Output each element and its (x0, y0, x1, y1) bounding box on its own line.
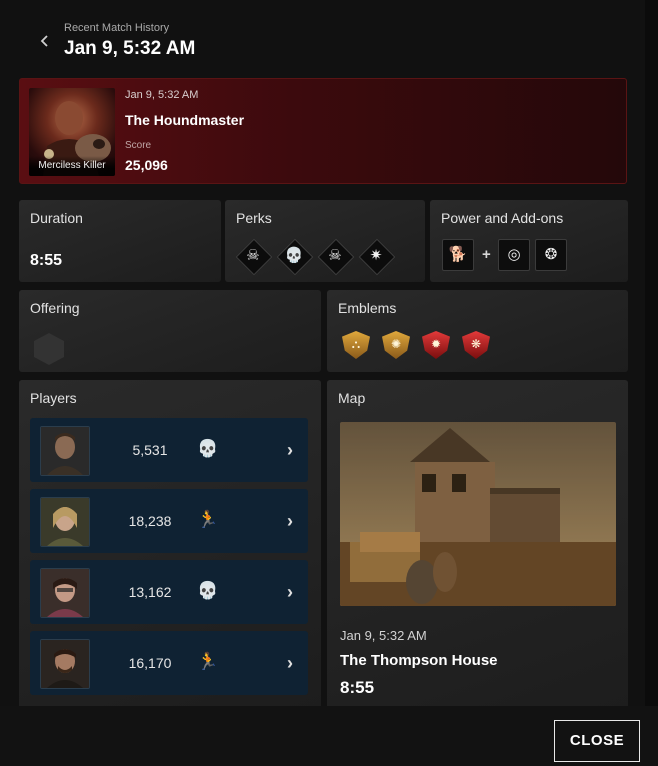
match-banner: Merciless Killer Jan 9, 5:32 AM The Houn… (19, 78, 627, 184)
hound-power-icon[interactable]: 🐕 (442, 239, 474, 271)
page-title: Jan 9, 5:32 AM (64, 38, 196, 59)
chevron-right-icon: › (287, 440, 293, 460)
players-card: Players 5,531 💀 › 18,238 🏃 › 13,162 💀 › … (19, 380, 321, 710)
perk-slot-2[interactable]: 💀 (276, 238, 314, 276)
escaped-exit-icon: 🏃 (197, 652, 219, 671)
escaped-exit-icon: 🏃 (197, 510, 219, 529)
emblem-glyph: ❋ (470, 337, 482, 351)
sacrificed-skull-icon: 💀 (197, 439, 219, 458)
empty-offering-slot (34, 333, 64, 365)
power-card: Power and Add-ons 🐕 + ◎ ❂ (430, 200, 628, 282)
map-date: Jan 9, 5:32 AM (340, 628, 427, 643)
header: Recent Match History Jan 9, 5:32 AM (0, 0, 658, 78)
score-label: Score (125, 140, 152, 151)
survivor-avatar (40, 568, 90, 618)
chevron-right-icon: › (287, 653, 293, 673)
emblems-card: Emblems ⛬ ✺ ✹ ❋ (327, 290, 628, 372)
map-name: The Thompson House (340, 652, 498, 669)
duration-card: Duration 8:55 (19, 200, 221, 282)
back-button[interactable] (34, 30, 56, 52)
close-button[interactable]: CLOSE (554, 720, 640, 762)
killer-portrait: Merciless Killer (29, 88, 115, 176)
plus-sign: + (482, 246, 491, 263)
player-row-1[interactable]: 5,531 💀 › (30, 418, 308, 482)
scrollbar-track (645, 0, 658, 766)
killer-rank-caption: Merciless Killer (29, 156, 115, 176)
player-score: 5,531 (132, 442, 168, 458)
emblems-title: Emblems (338, 300, 397, 316)
match-date: Jan 9, 5:32 AM (125, 89, 199, 101)
offering-card: Offering (19, 290, 321, 372)
hooded-skull-icon: ☠ (328, 247, 342, 264)
page-subtitle: Recent Match History (64, 22, 170, 34)
power-title: Power and Add-ons (441, 210, 564, 226)
survivor-avatar (40, 426, 90, 476)
player-score: 18,238 (128, 513, 172, 529)
chaser-emblem-icon[interactable]: ❋ (459, 328, 493, 362)
duration-title: Duration (30, 210, 83, 226)
emblem-glyph: ✺ (390, 337, 402, 351)
skull-mask-icon: 💀 (284, 247, 304, 264)
paw-addon-icon[interactable]: ❂ (535, 239, 567, 271)
perk-slot-3[interactable]: ☠ (317, 238, 355, 276)
map-title: Map (338, 390, 366, 406)
player-row-3[interactable]: 13,162 💀 › (30, 560, 308, 624)
character-name: The Houndmaster (125, 112, 245, 128)
devout-emblem-icon[interactable]: ✺ (379, 328, 413, 362)
perks-title: Perks (236, 210, 272, 226)
player-score: 16,170 (128, 655, 172, 671)
chevron-right-icon: › (287, 511, 293, 531)
chevron-left-icon (40, 35, 48, 47)
collar-addon-icon[interactable]: ◎ (498, 239, 530, 271)
perk-slot-1[interactable]: ☠ (235, 238, 273, 276)
chevron-right-icon: › (287, 582, 293, 602)
map-thumbnail (340, 422, 616, 606)
map-card: Map Jan 9, 5:32 AM The Thompson House 8:… (327, 380, 628, 710)
malicious-emblem-icon[interactable]: ✹ (419, 328, 453, 362)
survivor-avatar (40, 639, 90, 689)
emblem-glyph: ✹ (430, 337, 442, 351)
map-duration: 8:55 (340, 678, 375, 697)
emblem-glyph: ⛬ (351, 337, 361, 351)
perk-slot-4[interactable]: ✷ (358, 238, 396, 276)
player-score: 13,162 (128, 584, 172, 600)
players-title: Players (30, 390, 77, 406)
sacrificed-skull-icon: 💀 (197, 581, 219, 600)
duration-value: 8:55 (30, 252, 63, 269)
skull-crossbones-icon: ☠ (246, 247, 260, 264)
perks-card: Perks ☠ 💀 ☠ ✷ (225, 200, 425, 282)
score-value: 25,096 (125, 157, 168, 173)
survivor-avatar (40, 497, 90, 547)
offering-title: Offering (30, 300, 80, 316)
player-row-4[interactable]: 16,170 🏃 › (30, 631, 308, 695)
gatekeeper-emblem-icon[interactable]: ⛬ (339, 328, 373, 362)
beast-head-icon: ✷ (369, 247, 383, 264)
player-row-2[interactable]: 18,238 🏃 › (30, 489, 308, 553)
